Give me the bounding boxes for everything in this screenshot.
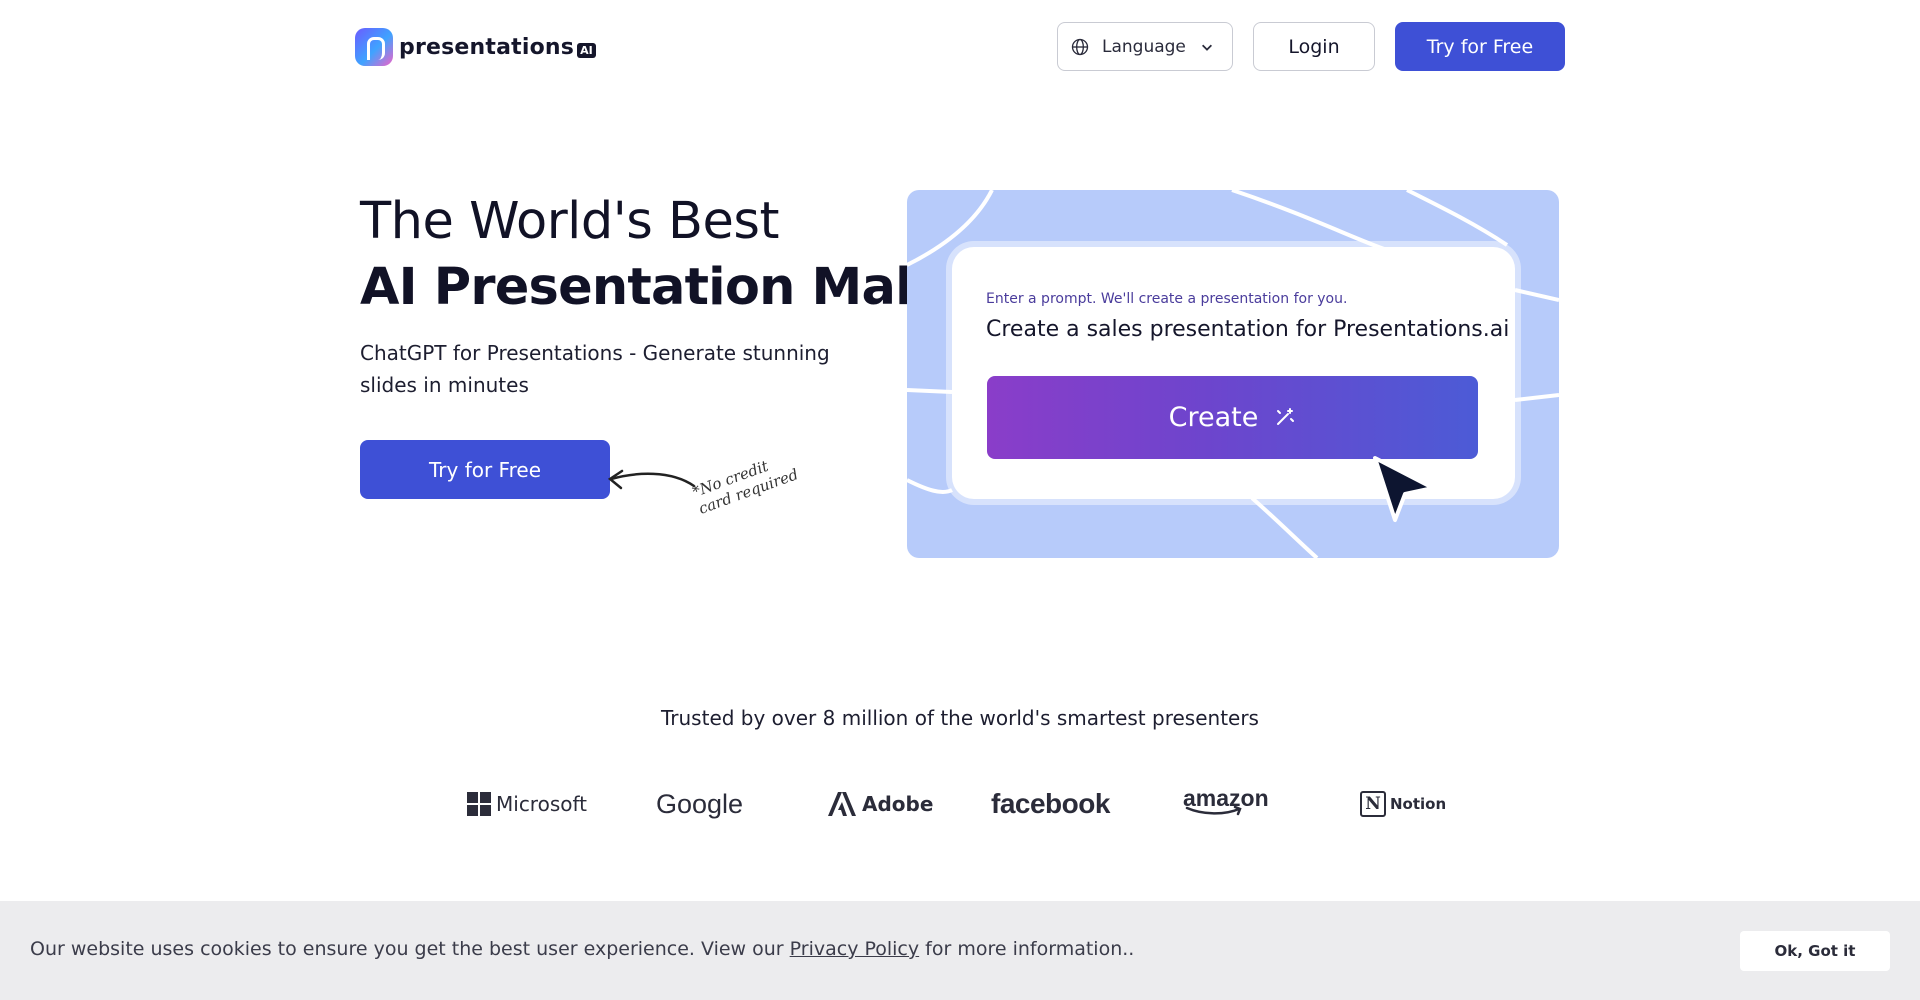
prompt-hint: Enter a prompt. We'll create a presentat… xyxy=(986,291,1348,307)
cookie-message: Our website uses cookies to ensure you g… xyxy=(30,938,1134,960)
prompt-text: Create a sales presentation for Presenta… xyxy=(986,317,1510,342)
magic-wand-icon xyxy=(1277,407,1295,425)
facebook-logo: facebook xyxy=(991,786,1110,822)
google-label: Google xyxy=(656,788,744,819)
notion-logo: N Notion xyxy=(1360,786,1446,822)
amazon-logo: amazon xyxy=(1183,786,1269,822)
site-header: presentations AI Language Login Try for … xyxy=(355,22,1565,72)
language-selector[interactable]: Language xyxy=(1057,22,1233,71)
brand-name: presentations xyxy=(399,34,575,60)
create-label: Create xyxy=(1168,402,1259,433)
cookie-accept-button[interactable]: Ok, Got it xyxy=(1740,931,1890,971)
adobe-logo-icon xyxy=(828,792,856,816)
presentations-logo-icon xyxy=(355,28,393,66)
hero-illustration: Enter a prompt. We'll create a presentat… xyxy=(907,190,1559,558)
amazon-smile-icon xyxy=(1185,806,1242,816)
login-button[interactable]: Login xyxy=(1253,22,1375,71)
chevron-down-icon xyxy=(1201,44,1212,51)
header-try-free-button[interactable]: Try for Free xyxy=(1395,22,1565,71)
notion-label: Notion xyxy=(1390,795,1447,813)
hero-try-free-button[interactable]: Try for Free xyxy=(360,440,610,499)
language-label: Language xyxy=(1102,36,1186,57)
trusted-heading: Trusted by over 8 million of the world's… xyxy=(661,706,1259,730)
cursor-pointer-icon xyxy=(1373,456,1435,522)
cookie-banner: Our website uses cookies to ensure you g… xyxy=(0,901,1920,1000)
microsoft-label: Microsoft xyxy=(496,792,588,816)
microsoft-logo-icon xyxy=(467,792,491,816)
brand-logos-row: Microsoft Google Adobe facebook amazon N… xyxy=(463,786,1463,826)
cookie-text-after: for more information.. xyxy=(919,938,1135,960)
hero-subtitle: ChatGPT for Presentations - Generate stu… xyxy=(360,341,830,397)
hero-title-line2: AI Presentation Maker xyxy=(360,258,986,317)
google-logo: Google xyxy=(656,786,743,822)
hero-title-line1: The World's Best xyxy=(360,192,779,251)
adobe-label: Adobe xyxy=(862,792,934,816)
adobe-logo: Adobe xyxy=(828,786,933,822)
brand-badge: AI xyxy=(577,42,596,58)
cookie-text-before: Our website uses cookies to ensure you g… xyxy=(30,938,790,960)
notion-logo-icon: N xyxy=(1360,791,1386,817)
globe-icon xyxy=(1071,38,1089,55)
create-button: Create xyxy=(987,376,1478,459)
privacy-policy-link[interactable]: Privacy Policy xyxy=(790,938,919,960)
microsoft-logo: Microsoft xyxy=(467,786,587,822)
brand-logo[interactable]: presentations AI xyxy=(355,28,596,66)
facebook-label: facebook xyxy=(991,788,1110,819)
